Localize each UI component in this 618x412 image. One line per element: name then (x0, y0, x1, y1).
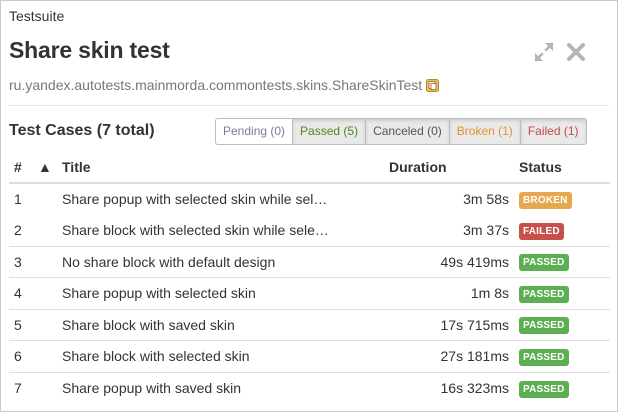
row-status: PASSED (514, 308, 610, 341)
row-status: PASSED (514, 371, 610, 404)
row-spacer (33, 245, 57, 278)
filter-broken-button[interactable]: Broken (1) (448, 118, 521, 145)
status-badge: PASSED (519, 317, 569, 335)
expand-icon[interactable] (533, 41, 555, 63)
row-status: PASSED (514, 245, 610, 278)
row-number: 7 (9, 371, 33, 404)
row-spacer (33, 308, 57, 341)
suite-path: ru.yandex.autotests.mainmorda.commontest… (9, 77, 440, 93)
sort-ascending-icon[interactable]: ▲ (33, 151, 57, 184)
row-spacer (33, 277, 57, 309)
row-duration: 3m 58s (384, 182, 514, 215)
row-title[interactable]: Share block with saved skin (57, 308, 384, 341)
row-number: 6 (9, 340, 33, 372)
status-badge: PASSED (519, 380, 569, 398)
table-row[interactable]: 4 Share popup with selected skin 1m 8s PASS… (9, 277, 610, 309)
table-row[interactable]: 3 No share block with default design 49s 4… (9, 245, 610, 278)
column-header-status[interactable]: Status (514, 151, 610, 184)
row-number: 2 (14, 222, 22, 238)
row-duration: 27s 181ms (384, 340, 514, 372)
row-status: FAILED (514, 215, 610, 247)
row-number: 1 (9, 182, 33, 215)
row-status: PASSED (514, 340, 610, 372)
row-title[interactable]: Share popup with selected skin while sel… (57, 182, 384, 215)
row-title[interactable]: Share block with selected skin (57, 340, 384, 372)
row-spacer (33, 371, 57, 404)
row-number: 4 (9, 277, 33, 309)
row-title[interactable]: No share block with default design (57, 245, 384, 278)
copy-icon[interactable] (426, 78, 440, 92)
row-spacer (33, 182, 57, 215)
column-header-number[interactable]: # (9, 151, 33, 184)
table-header-row: # ▲ Title Duration Status (9, 151, 610, 184)
row-number: 3 (9, 245, 33, 278)
status-badge: PASSED (519, 348, 569, 366)
suite-title: Share skin test (9, 37, 170, 63)
status-badge: PASSED (519, 254, 569, 272)
row-title[interactable]: Share popup with saved skin (57, 371, 384, 404)
filter-pending-button[interactable]: Pending (0) (215, 118, 294, 145)
row-duration: 3m 37s (463, 222, 509, 238)
status-filter-group: Pending (0) Passed (5) Canceled (0) Brok… (215, 118, 587, 145)
row-duration: 49s 419ms (384, 245, 514, 278)
row-duration: 17s 715ms (384, 308, 514, 341)
row-duration: 1m 8s (384, 277, 514, 309)
column-header-title[interactable]: Title (57, 151, 384, 184)
table-row[interactable]: 6 Share block with selected skin 27s 181ms… (9, 340, 610, 372)
row-spacer (33, 340, 57, 372)
test-case-rows: 1 Share popup with selected skin while se… (9, 182, 610, 404)
row-status: BROKEN (514, 182, 610, 215)
table-row[interactable]: 5 Share block with saved skin 17s 715ms PAS… (9, 308, 610, 341)
suite-path-text: ru.yandex.autotests.mainmorda.commontest… (9, 77, 423, 93)
row-number: 5 (9, 308, 33, 341)
pane-tools (533, 41, 587, 63)
status-badge: FAILED (519, 222, 564, 240)
test-cases-table: # ▲ Title Duration Status 1 Share popup w… (9, 151, 610, 404)
row-spacer (33, 215, 57, 247)
status-badge: BROKEN (519, 191, 572, 209)
table-row[interactable]: 1 Share popup with selected skin while se… (9, 182, 610, 215)
test-cases-title: Test Cases (7 total) (9, 122, 155, 139)
filter-passed-button[interactable]: Passed (5) (292, 118, 367, 145)
row-status: PASSED (514, 277, 610, 309)
table-row[interactable]: 7 Share popup with saved skin 16s 323ms PAS… (9, 371, 610, 404)
column-header-duration[interactable]: Duration (384, 151, 514, 184)
divider (9, 105, 609, 106)
close-icon[interactable] (565, 41, 587, 63)
status-badge: PASSED (519, 285, 569, 303)
row-duration: 16s 323ms (384, 371, 514, 404)
testsuite-pane: Testsuite Share skin test ru.yandex.auto… (0, 0, 618, 412)
table-row[interactable]: 2 Share block with selected skin while se… (9, 215, 610, 247)
pane-label: Testsuite (9, 8, 65, 24)
filter-failed-button[interactable]: Failed (1) (519, 118, 587, 145)
filter-canceled-button[interactable]: Canceled (0) (365, 118, 450, 145)
row-title[interactable]: Share popup with selected skin (57, 277, 384, 309)
row-title[interactable]: Share block with selected skin while sel… (57, 215, 384, 247)
